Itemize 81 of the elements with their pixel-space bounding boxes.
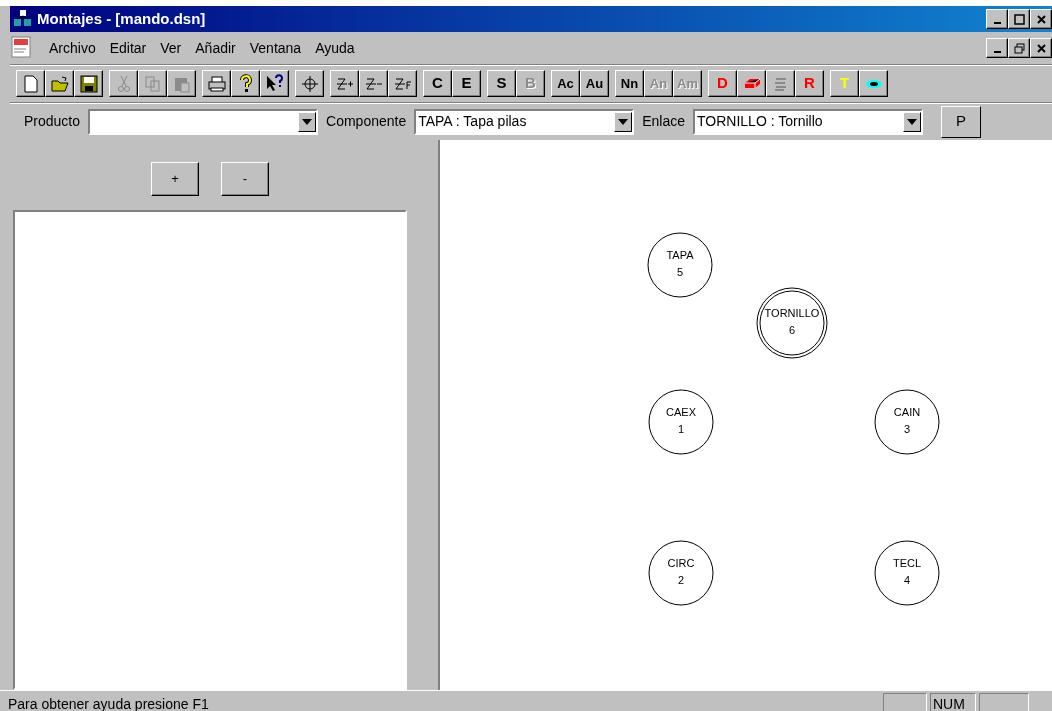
folder-icon (49, 73, 70, 94)
tool-button[interactable] (859, 70, 888, 97)
dropdown-arrow-icon (302, 118, 313, 125)
minimize-icon (993, 51, 1001, 53)
menu-item[interactable]: Añadir (188, 37, 243, 59)
close-button[interactable] (1030, 9, 1052, 29)
field-value: TAPA : Tapa pilas (418, 112, 527, 131)
tool-button[interactable] (231, 70, 260, 97)
tool-button[interactable]: C (423, 70, 452, 97)
node-number: 4 (902, 573, 912, 588)
node-number: 1 (676, 422, 686, 437)
minimize-icon (993, 22, 1001, 24)
restore-icon (1013, 42, 1025, 54)
save-icon (78, 73, 99, 94)
node-circle[interactable] (874, 389, 940, 455)
collapse-button[interactable]: - (221, 162, 269, 196)
menu-item[interactable]: Archivo (42, 37, 103, 59)
menu-item[interactable]: Ventana (242, 37, 309, 59)
tool-button[interactable] (388, 70, 417, 97)
tool-button[interactable] (737, 70, 766, 97)
node-label: TECL (892, 556, 922, 571)
close-button[interactable] (1030, 38, 1052, 58)
app-logo-icon (12, 9, 34, 29)
dropdown-field[interactable]: TORNILLO : Tornillo (693, 108, 924, 135)
node-number: 6 (787, 323, 797, 338)
dropdown-arrow-icon (618, 118, 629, 125)
crosshair-icon (299, 73, 320, 94)
node-circle[interactable] (648, 389, 714, 455)
p-button[interactable]: P (941, 105, 982, 138)
tool-button[interactable] (74, 70, 103, 97)
status-message: Para obtener ayuda presione F1 (8, 694, 210, 711)
tool-button[interactable] (359, 70, 388, 97)
dropdown-arrow-icon (907, 118, 918, 125)
tool-button[interactable]: Au (580, 70, 609, 97)
status-panel (883, 693, 927, 711)
node-label: CAEX (666, 405, 696, 420)
tool-button[interactable] (16, 70, 45, 97)
pointer-question-icon (264, 73, 285, 94)
menu-item[interactable]: Editar (102, 37, 154, 59)
field-label: Producto (24, 112, 81, 131)
maximize-button[interactable] (1008, 9, 1030, 29)
tool-button[interactable] (202, 70, 231, 97)
node-number: 5 (675, 265, 685, 280)
node-circle[interactable] (647, 232, 713, 298)
dropdown-field[interactable] (88, 108, 319, 135)
node-label: TAPA (666, 248, 694, 263)
maximize-icon (1013, 13, 1025, 25)
printer-icon (206, 73, 227, 94)
restore-button[interactable] (1008, 38, 1030, 58)
close-icon (1035, 13, 1047, 25)
node-label: CIRC (667, 556, 695, 571)
field-label: Componente (326, 112, 407, 131)
tool-button[interactable]: S (487, 70, 516, 97)
node-circle[interactable] (756, 287, 828, 359)
tool-button[interactable] (45, 70, 74, 97)
node-label: TORNILLO (764, 306, 820, 321)
minimize-button[interactable] (986, 9, 1008, 29)
node-number: 3 (902, 422, 912, 437)
copy-icon (142, 73, 163, 94)
node-label: CAIN (893, 405, 921, 420)
node-circle[interactable] (648, 540, 714, 606)
field-value: TORNILLO : Tornillo (697, 112, 823, 131)
tool-button[interactable] (295, 70, 324, 97)
tool-button[interactable] (330, 70, 359, 97)
document-icon (10, 35, 34, 61)
node-circle[interactable] (874, 540, 940, 606)
tool-button[interactable] (260, 70, 289, 97)
tool-button[interactable]: Ac (551, 70, 580, 97)
menu-item[interactable]: Ver (153, 37, 189, 59)
status-indicator: NUM (930, 693, 976, 711)
status-panel (979, 693, 1029, 711)
dropdown-field[interactable]: TAPA : Tapa pilas (414, 108, 635, 135)
tool-button[interactable]: Nn (615, 70, 644, 97)
node-number: 2 (676, 573, 686, 588)
close-icon (1035, 42, 1047, 54)
minimize-button[interactable] (986, 38, 1008, 58)
menu-item[interactable]: Ayuda (308, 37, 362, 59)
expand-button[interactable]: + (151, 162, 199, 196)
field-label: Enlace (642, 112, 686, 131)
tool-button[interactable]: E (452, 70, 481, 97)
window-title: Montajes - [mando.dsn] (37, 8, 207, 29)
